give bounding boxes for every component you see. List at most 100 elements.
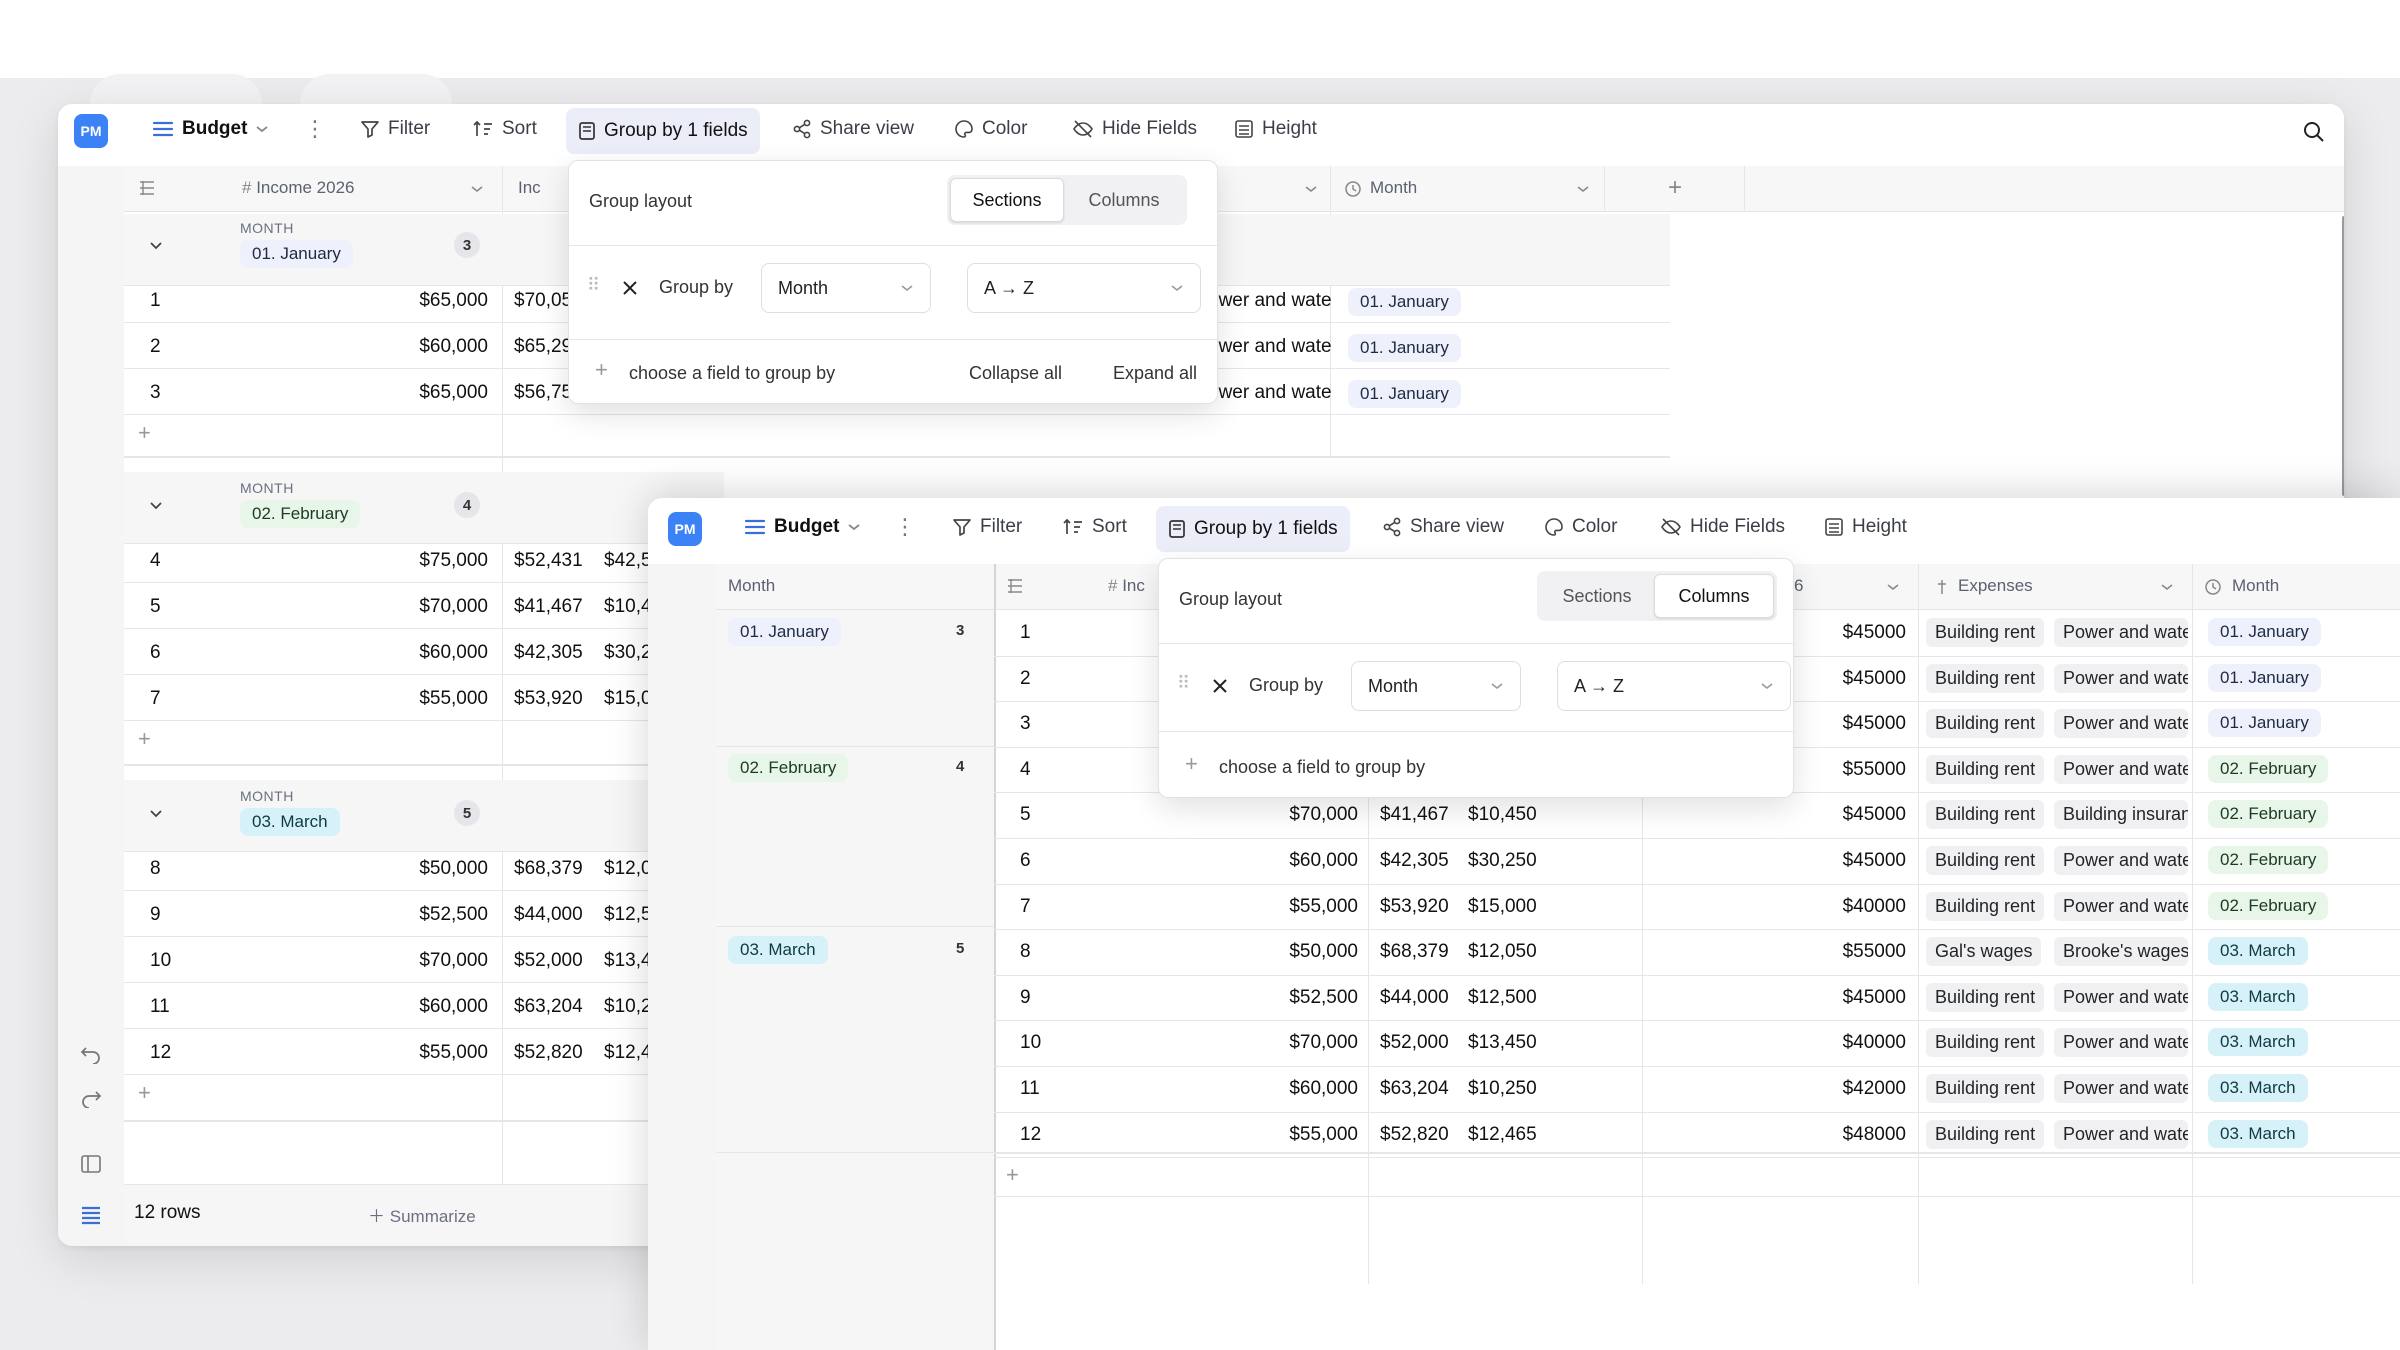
cell-income[interactable]: $50,000 [1208,941,1358,963]
cell-expense-amount[interactable]: $55000 [1758,941,1906,963]
month-pill[interactable]: 02. February [2208,846,2329,874]
cell-expense-amount[interactable]: $48000 [1758,1124,1906,1146]
color-button[interactable]: Color [954,118,1027,140]
cell-income-2[interactable]: $68,379 [514,858,583,880]
cell-expense-tag[interactable]: ower and wate [1208,336,1332,358]
expense-tag[interactable]: Brooke's wages [2054,937,2188,967]
expense-tag[interactable]: Building rent [1926,663,2045,693]
hide-fields-button[interactable]: Hide Fields [1072,118,1197,140]
cell-income-2[interactable]: $65,29 [514,336,572,358]
month-pill[interactable]: 02. February [2208,800,2329,829]
cell-income[interactable]: $70,000 [1208,804,1358,826]
expand-all-button[interactable]: Expand all [1113,363,1197,384]
cell-expense-tag[interactable]: ower and wate [1208,382,1332,404]
cell-income-3[interactable]: $12,5 [604,904,652,926]
header-expense-2026[interactable]: 6 [1794,576,1803,596]
view-switcher[interactable]: Budget [744,516,861,538]
drag-handle-icon[interactable]: ⠿ [1177,673,1190,694]
chevron-down-icon[interactable] [1886,582,1900,592]
cell-income[interactable]: $60,000 [358,336,488,358]
cell-income-2[interactable]: $53,920 [1380,896,1449,918]
cell-expense-amount[interactable]: $40000 [1758,896,1906,918]
cell-income[interactable]: $70,000 [358,950,488,972]
group-button[interactable]: Group by 1 fields [566,108,760,154]
cell-income-2[interactable]: $44,000 [514,904,583,926]
height-button[interactable]: Height [1824,516,1907,538]
cell-income-3[interactable]: $10,450 [1468,804,1537,826]
filter-button[interactable]: Filter [360,118,430,140]
choose-field-button[interactable]: choose a field to group by [629,363,835,384]
cell-income-3[interactable]: $30,2 [604,642,652,664]
sections-option[interactable]: Sections [1540,574,1654,618]
cell-expense-tag[interactable]: ower and wate [1208,290,1332,312]
expense-tag[interactable]: Building rent [1926,891,2045,921]
choose-field-button[interactable]: choose a field to group by [1219,757,1425,778]
scrollbar[interactable] [2342,216,2344,496]
expense-tag[interactable]: Building rent [1926,754,2045,784]
table-view-icon[interactable] [80,1204,102,1226]
header-month[interactable]: Month [2232,576,2279,596]
cell-income[interactable]: $70,000 [1208,1032,1358,1054]
expense-tag[interactable]: Building rent [1926,709,2045,739]
close-icon[interactable] [1211,677,1229,695]
cell-income[interactable]: $75,000 [358,550,488,572]
cell-income[interactable]: $55,000 [1208,896,1358,918]
add-row-button[interactable]: + [138,726,151,752]
expense-tag[interactable]: Power and wate [2054,618,2188,647]
hide-fields-button[interactable]: Hide Fields [1660,516,1785,538]
cell-income[interactable]: $52,500 [1208,987,1358,1009]
month-pill[interactable]: 01. January [1348,380,1461,408]
cell-income-3[interactable]: $13,4 [604,950,652,972]
cell-income[interactable]: $70,000 [358,596,488,618]
expense-tag[interactable]: Building rent [1926,800,2045,830]
cell-income-3[interactable]: $13,450 [1468,1032,1537,1054]
cell-income-2[interactable]: $41,467 [514,596,583,618]
chevron-down-icon[interactable] [2160,582,2174,592]
add-row-button[interactable]: + [138,420,151,446]
cell-income-2[interactable]: $53,920 [514,688,583,710]
cell-income[interactable]: $55,000 [1208,1124,1358,1146]
group-field-select[interactable]: Month [761,263,931,313]
expense-tag[interactable]: Power and wate [2054,1119,2188,1149]
sort-order-select[interactable]: A → Z [1557,661,1791,711]
cell-income-3[interactable]: $12,4 [604,1042,652,1064]
expense-tag[interactable]: Building insuranc [2054,800,2188,830]
expense-tag[interactable]: Building rent [1926,846,2045,875]
chevron-down-icon[interactable] [470,184,484,194]
chevron-down-icon[interactable] [148,808,164,820]
cell-income-2[interactable]: $52,820 [514,1042,583,1064]
chevron-down-icon[interactable] [1304,184,1318,194]
columns-option[interactable]: Columns [1064,178,1184,222]
cell-income[interactable]: $50,000 [358,858,488,880]
cell-income-3[interactable]: $12,465 [1468,1124,1537,1146]
close-icon[interactable] [621,279,639,297]
month-pill[interactable]: 01. January [1348,334,1461,362]
cell-income-2[interactable]: $42,305 [1380,850,1449,872]
cell-income[interactable]: $65,000 [358,382,488,404]
cell-income-3[interactable]: $12,500 [1468,987,1537,1009]
month-pill[interactable]: 01. January [1348,288,1461,316]
month-pill[interactable]: 02. February [2208,891,2329,920]
sections-option[interactable]: Sections [950,178,1064,222]
cell-income-2[interactable]: $52,820 [1380,1124,1449,1146]
search-icon[interactable] [2302,120,2326,144]
chevron-down-icon[interactable] [148,500,164,512]
columns-option[interactable]: Columns [1654,574,1774,618]
more-icon[interactable]: ⋮ [304,118,326,140]
cell-income-2[interactable]: $68,379 [1380,941,1449,963]
month-pill[interactable]: 03. March [2208,982,2308,1011]
expense-tag[interactable]: Power and wate [2054,754,2188,784]
cell-income[interactable]: $52,500 [358,904,488,926]
expense-tag[interactable]: Power and wate [2054,663,2188,693]
group-button[interactable]: Group by 1 fields [1156,506,1350,552]
cell-expense-amount[interactable]: $40000 [1758,1032,1906,1054]
month-pill[interactable]: 01. January [2208,709,2321,738]
share-view-button[interactable]: Share view [1382,516,1504,538]
expense-tag[interactable]: Building rent [1926,618,2045,647]
header-inc[interactable]: # Inc [1108,576,1145,596]
plus-icon[interactable]: + [1185,751,1198,777]
month-pill[interactable]: 03. March [2208,1119,2308,1148]
height-button[interactable]: Height [1234,118,1317,140]
plus-icon[interactable]: + [595,357,608,383]
color-button[interactable]: Color [1544,516,1617,538]
